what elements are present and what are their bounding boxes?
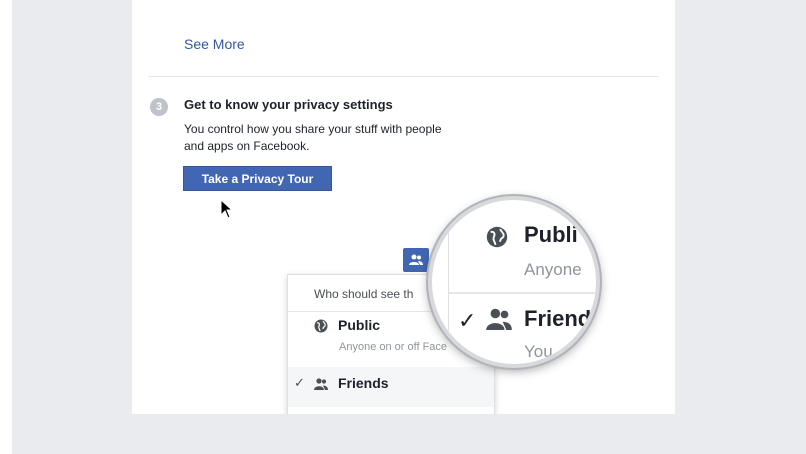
globe-icon bbox=[314, 319, 328, 333]
divider bbox=[148, 76, 658, 77]
step-title: Get to know your privacy settings bbox=[184, 97, 393, 112]
friends-icon bbox=[314, 378, 328, 390]
magnified-friends-sublabel: You bbox=[524, 342, 553, 361]
checkmark-icon: ✓ bbox=[294, 375, 305, 390]
step-description: You control how you share your stuff wit… bbox=[184, 122, 442, 153]
audience-selector-button[interactable] bbox=[403, 248, 429, 272]
checkmark-icon: ✓ bbox=[458, 308, 477, 333]
audience-option-label: Friends bbox=[338, 375, 389, 391]
magnifier-edge-line bbox=[448, 200, 449, 364]
magnifier-zoom: Publi Anyone ✓ Friend You bbox=[428, 196, 600, 368]
step-number-badge: 3 bbox=[150, 98, 168, 116]
take-privacy-tour-button[interactable]: Take a Privacy Tour bbox=[183, 166, 332, 191]
friends-icon bbox=[409, 254, 423, 265]
magnified-friends-label: Friend bbox=[524, 306, 592, 331]
see-more-link[interactable]: See More bbox=[184, 36, 245, 52]
audience-option-sublabel: Anyone on or off Face bbox=[339, 341, 448, 353]
mouse-cursor-icon bbox=[220, 199, 234, 219]
audience-option-friends[interactable]: ✓ Friends bbox=[288, 367, 494, 407]
magnified-public-label: Publi bbox=[524, 222, 578, 247]
magnifier-divider bbox=[448, 292, 596, 294]
audience-option-label: Public bbox=[338, 317, 381, 333]
left-margin bbox=[0, 0, 12, 454]
magnified-public-sublabel: Anyone bbox=[524, 260, 582, 279]
friends-icon bbox=[486, 308, 512, 330]
globe-icon bbox=[486, 226, 508, 248]
audience-menu-header: Who should see th bbox=[314, 287, 414, 301]
